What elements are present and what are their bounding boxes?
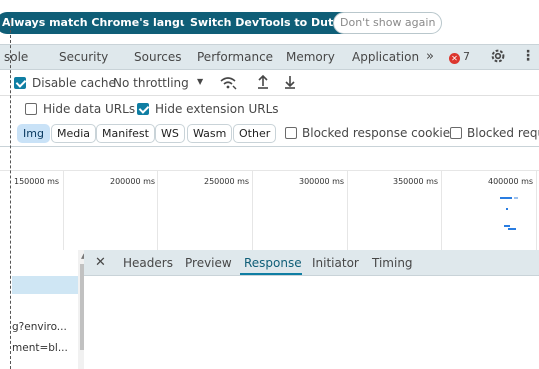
import-har-icon[interactable] [256,74,270,90]
hide-extension-urls-checkbox[interactable] [137,103,149,115]
timeline-tick-label: 200000 ms [110,177,156,186]
language-banner: Always match Chrome's language Switch De… [0,0,539,44]
active-tab-indicator [240,273,302,275]
devtools-tabbar: sole Security Sources Performance Memory… [0,44,539,70]
tab-application[interactable]: Application [352,50,419,64]
tab-security[interactable]: Security [59,50,108,64]
waterfall-bar [500,197,512,199]
hide-data-urls-label: Hide data URLs [43,102,136,116]
request-row-selected[interactable] [12,276,78,294]
request-list: g?enviro... ment=bl... ▲ [12,250,92,369]
timeline-gridline [536,171,537,251]
timeline-tick-label: 350000 ms [393,177,439,186]
request-detail-tabs: ✕ Headers Preview Response Initiator Tim… [84,250,539,276]
timeline-gridline [347,171,348,251]
dont-show-again-button[interactable]: Don't show again [333,12,443,34]
disable-cache-label: Disable cache [32,76,116,90]
export-har-icon[interactable] [283,74,297,90]
filter-img[interactable]: Img [17,124,50,143]
disable-cache-checkbox[interactable] [14,77,26,89]
tab-headers[interactable]: Headers [123,256,173,270]
waterfall-bar [514,197,518,199]
filter-ws[interactable]: WS [155,124,185,143]
timeline-tick-label: 300000 ms [299,177,345,186]
hide-extension-urls-label: Hide extension URLs [155,102,279,116]
tab-memory[interactable]: Memory [286,50,335,64]
filter-wasm[interactable]: Wasm [187,124,233,143]
tab-sources[interactable]: Sources [134,50,181,64]
timeline-gridline [252,171,253,251]
waterfall-bar [504,225,510,227]
blocked-requests-label: Blocked reque [467,126,539,140]
waterfall-bar [508,228,516,230]
throttling-select[interactable]: No throttling [113,76,189,90]
tab-timing[interactable]: Timing [372,256,413,270]
error-counter[interactable]: ✕ 7 [449,50,470,64]
blocked-cookies-checkbox[interactable] [285,127,297,139]
timeline-tick-label: 150000 ms [14,177,60,186]
tab-response[interactable]: Response [244,256,302,270]
timeline-gridline [157,171,158,251]
tab-preview[interactable]: Preview [185,256,232,270]
network-toolbar: Disable cache No throttling ▼ [0,70,539,96]
timeline-gridline [63,171,64,251]
waterfall-bar [506,208,508,210]
dropdown-arrow-icon[interactable]: ▼ [197,77,203,86]
blocked-requests-checkbox[interactable] [450,127,462,139]
hide-data-urls-checkbox[interactable] [25,103,37,115]
error-count: 7 [463,50,470,63]
tab-initiator[interactable]: Initiator [312,256,359,270]
timeline-gridline [441,171,442,251]
more-tabs-icon[interactable]: » [426,49,434,64]
response-body [84,276,539,369]
timeline-tick-label: 400000 ms [488,177,534,186]
filter-manifest[interactable]: Manifest [96,124,155,143]
filter-other[interactable]: Other [233,124,277,143]
error-icon: ✕ [449,53,460,64]
timeline-overview[interactable]: 150000 ms 200000 ms 250000 ms 300000 ms … [0,170,539,251]
switch-language-button[interactable]: Switch DevTools to Dutch [184,12,354,34]
filter-row-types: Img Media Manifest WS Wasm Other Blocked… [0,121,539,147]
timeline-tick-label: 250000 ms [204,177,250,186]
blocked-cookies-label: Blocked response cookies [302,126,457,140]
network-conditions-icon[interactable] [219,75,237,91]
filter-row-urls: Hide data URLs Hide extension URLs [0,97,539,121]
settings-gear-icon[interactable] [489,47,507,65]
request-row[interactable]: ment=bl... [12,342,78,354]
more-options-icon[interactable]: ⋮ [521,48,535,64]
window-edge-guide [10,20,11,369]
filter-media[interactable]: Media [51,124,97,143]
tab-console[interactable]: sole [4,50,28,64]
request-row[interactable]: g?enviro... [12,321,78,333]
tab-performance[interactable]: Performance [197,50,273,64]
close-detail-icon[interactable]: ✕ [95,255,106,270]
